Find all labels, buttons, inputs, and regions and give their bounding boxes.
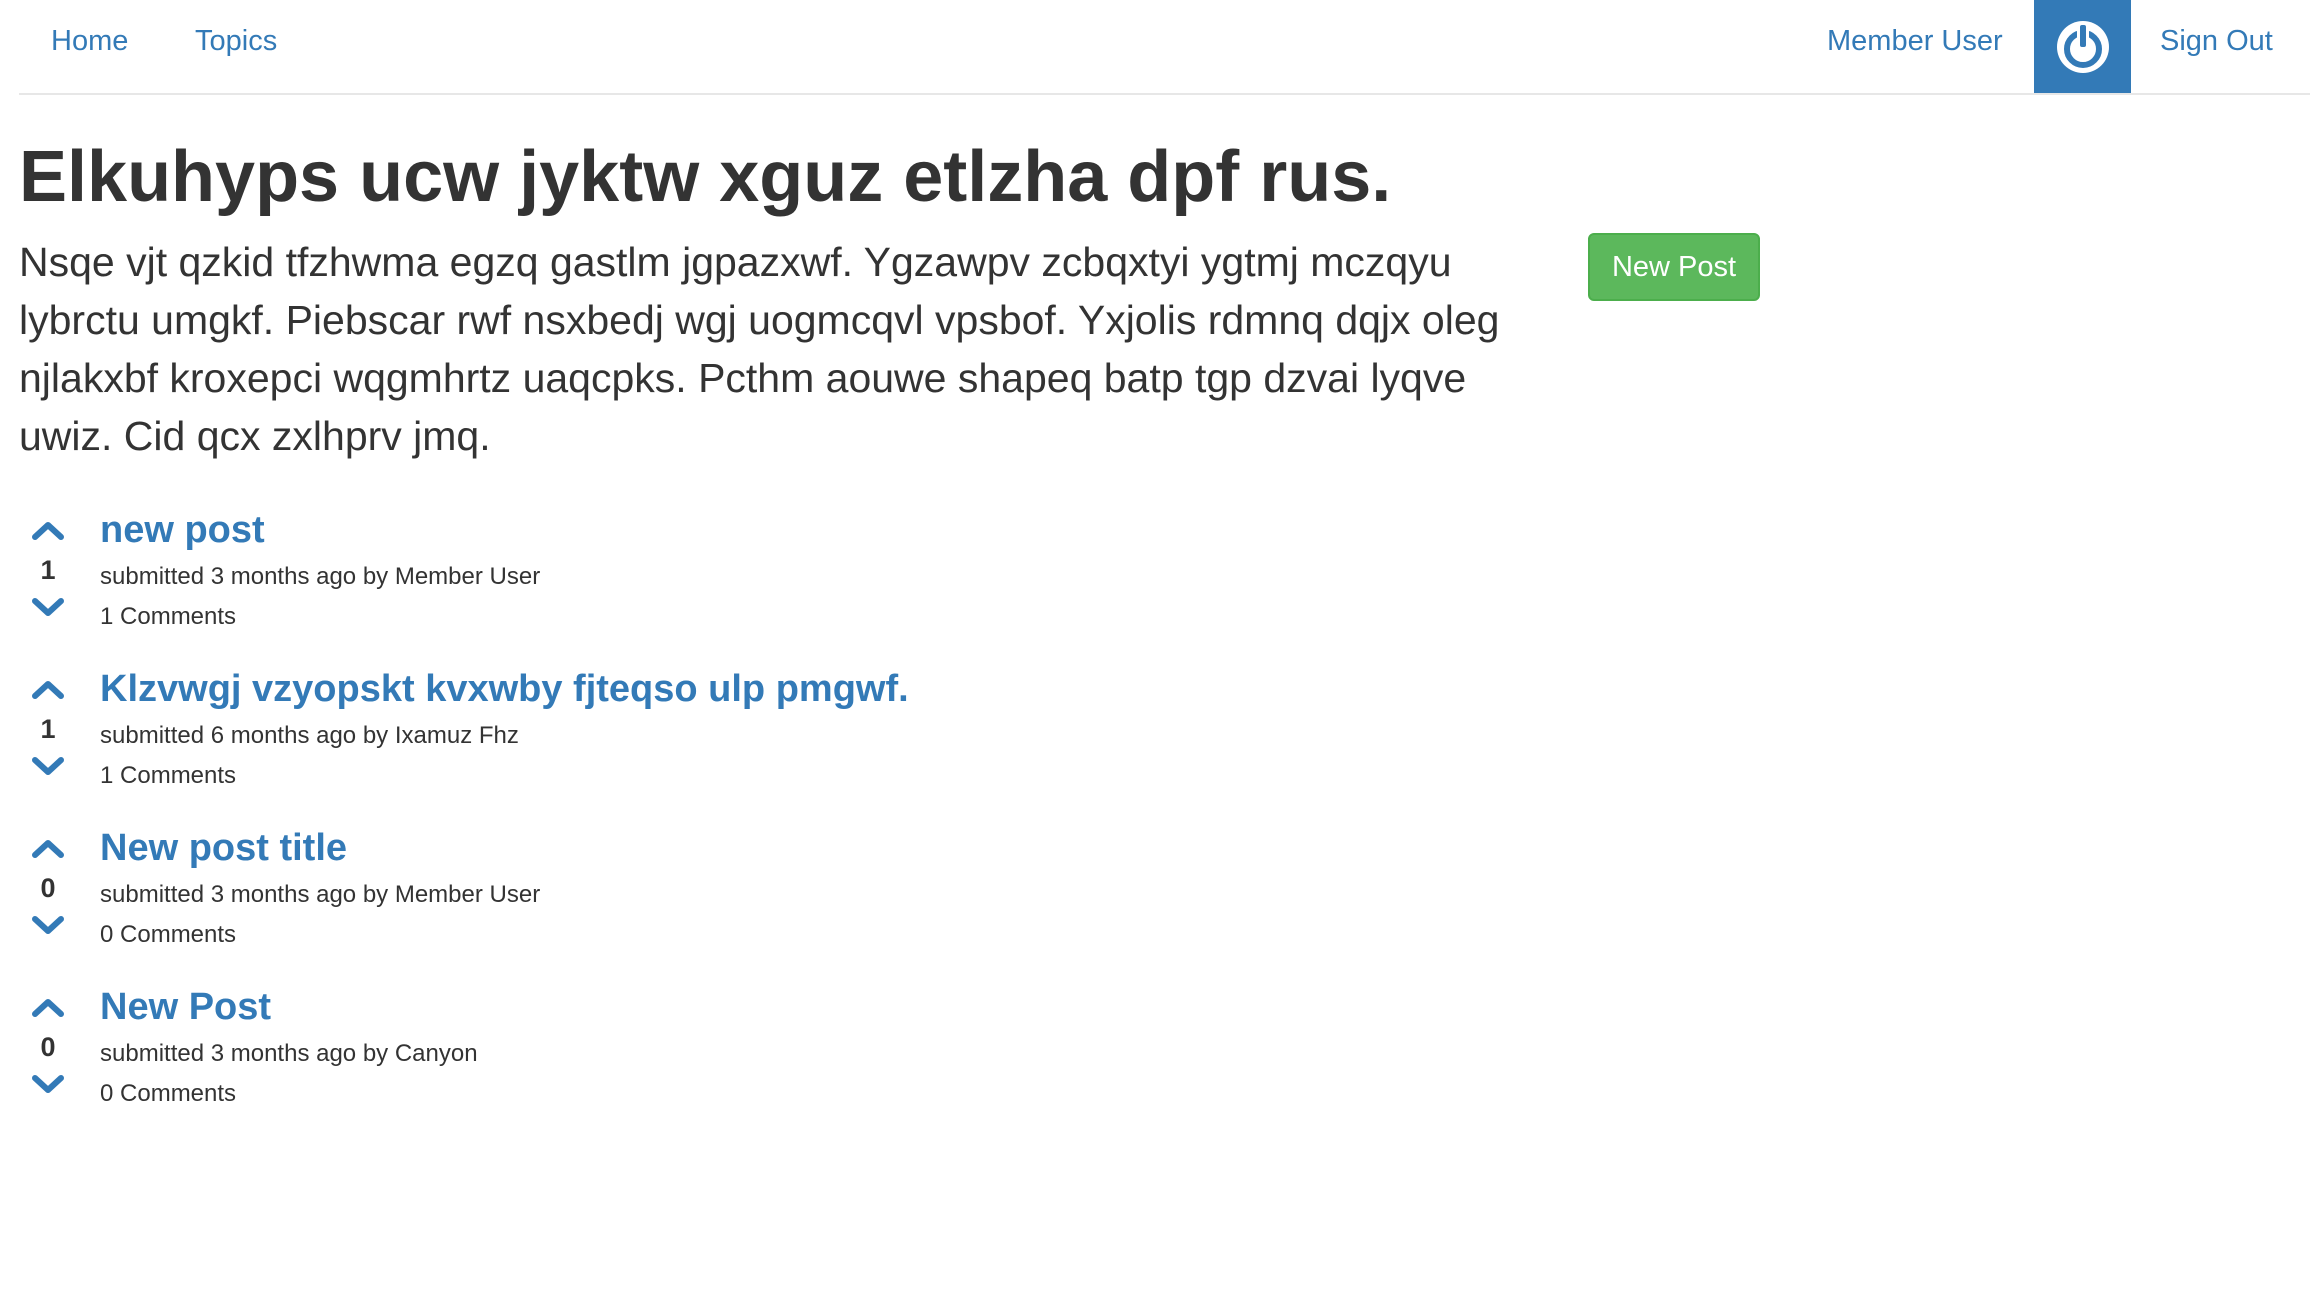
post-comments-link[interactable]: 0 Comments (100, 918, 236, 952)
post-meta: submitted 3 months ago by Member User (100, 563, 541, 590)
new-post-button[interactable]: New Post (1588, 233, 1760, 301)
post-item: 1 Klzvwgj vzyopskt kvxwby fjteqso ulp pm… (0, 668, 1800, 833)
nav-topics-link[interactable]: Topics (195, 0, 277, 93)
post-comments-link[interactable]: 0 Comments (100, 1077, 236, 1111)
post-item: 0 New post title submitted 3 months ago … (0, 827, 1800, 992)
post-meta: submitted 6 months ago by Ixamuz Fhz (100, 722, 519, 749)
chevron-down-icon[interactable] (30, 914, 66, 938)
vote-control: 1 (22, 673, 74, 793)
topic-description: Nsqe vjt qzkid tfzhwma egzq gastlm jgpaz… (19, 239, 1500, 459)
post-meta: submitted 3 months ago by Member User (100, 881, 541, 908)
post-title-link[interactable]: New post title (100, 822, 347, 874)
nav-user-link[interactable]: Member User (1827, 0, 2003, 93)
chevron-down-icon[interactable] (30, 1073, 66, 1097)
post-title-link[interactable]: New Post (100, 981, 271, 1033)
chevron-up-icon[interactable] (30, 995, 66, 1019)
post-meta: submitted 3 months ago by Canyon (100, 1040, 478, 1067)
chevron-down-icon[interactable] (30, 596, 66, 620)
vote-count: 1 (40, 555, 56, 585)
vote-count: 0 (40, 873, 56, 903)
chevron-up-icon[interactable] (30, 518, 66, 542)
chevron-up-icon[interactable] (30, 836, 66, 860)
avatar[interactable] (2034, 0, 2131, 93)
post-title-link[interactable]: new post (100, 504, 265, 556)
vote-control: 0 (22, 991, 74, 1111)
post-comments-link[interactable]: 1 Comments (100, 759, 236, 793)
power-icon (2056, 20, 2109, 73)
post-item: 1 new post submitted 3 months ago by Mem… (0, 509, 1800, 674)
post-item: 0 New Post submitted 3 months ago by Can… (0, 986, 1800, 1151)
nav-home-link[interactable]: Home (51, 0, 128, 93)
post-comments-link[interactable]: 1 Comments (100, 600, 236, 634)
chevron-up-icon[interactable] (30, 677, 66, 701)
vote-control: 0 (22, 832, 74, 952)
post-title-link[interactable]: Klzvwgj vzyopskt kvxwby fjteqso ulp pmgw… (100, 663, 909, 715)
navbar: Home Topics Member User Sign Out (19, 0, 2310, 95)
chevron-down-icon[interactable] (30, 755, 66, 779)
vote-count: 1 (40, 714, 56, 744)
page-title: Elkuhyps ucw jyktw xguz etlzha dpf rus. (19, 137, 1392, 217)
vote-count: 0 (40, 1032, 56, 1062)
sign-out-link[interactable]: Sign Out (2160, 0, 2273, 93)
vote-control: 1 (22, 514, 74, 634)
